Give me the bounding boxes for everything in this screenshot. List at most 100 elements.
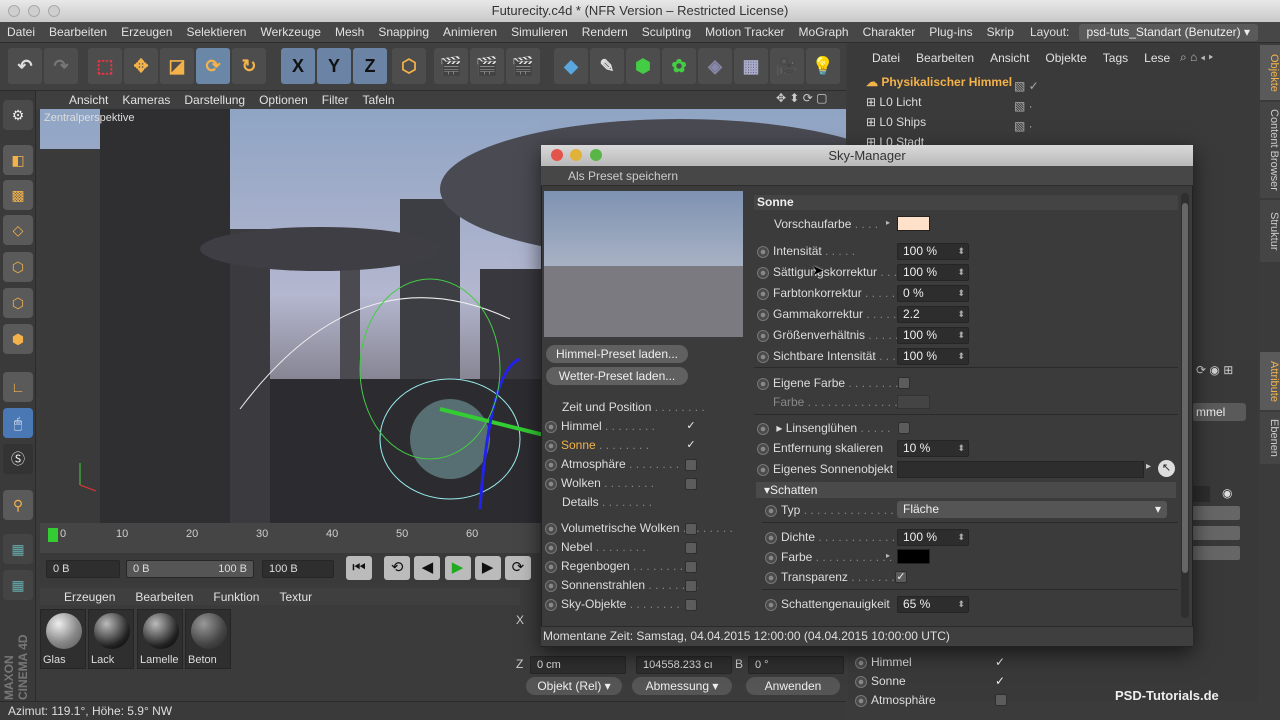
radio-icon[interactable] xyxy=(545,541,557,554)
radio-icon[interactable] xyxy=(545,477,557,490)
layout-select[interactable]: psd-tuts_Standart (Benutzer) ▾ xyxy=(1078,24,1258,41)
attr-row-himmel[interactable]: Himmel ✓ xyxy=(855,653,1005,672)
tweak-mode-icon[interactable]: 🖱 xyxy=(3,408,33,438)
points-mode-icon[interactable]: ⬡ xyxy=(3,252,33,282)
material-menu-item[interactable]: Bearbeiten xyxy=(125,590,203,604)
shadow-accuracy-row[interactable]: Schattengenauigkeit xyxy=(765,594,1185,614)
attr-tool-icons[interactable]: ⟳ ◉ ⊞ xyxy=(1196,363,1233,377)
render-settings-icon[interactable]: 🎬 xyxy=(506,48,540,84)
shadow-type-select[interactable]: Fläche ▾ xyxy=(897,501,1167,518)
radio-icon[interactable] xyxy=(757,287,769,300)
object-menu-item[interactable]: Bearbeiten xyxy=(908,51,982,65)
undo-icon[interactable]: ↶ xyxy=(8,48,42,84)
radio-icon[interactable] xyxy=(757,308,769,321)
radio-icon[interactable] xyxy=(545,458,557,471)
coord-mode-select[interactable]: Objekt (Rel) ▾ xyxy=(526,677,622,695)
radio-icon[interactable] xyxy=(545,579,557,592)
tab-struktur[interactable]: Struktur xyxy=(1260,200,1280,262)
sky-nav-checkbox[interactable] xyxy=(685,561,697,573)
current-frame-field[interactable]: 0 B xyxy=(46,560,120,578)
viewport-menu-item[interactable]: Kameras xyxy=(115,93,177,107)
make-editable-icon[interactable]: ⚙ xyxy=(3,100,33,130)
sun-param-field[interactable]: 100 % xyxy=(897,243,969,260)
attr-checkbox[interactable]: ✓ xyxy=(995,672,1005,691)
workplane-mode-icon[interactable]: ◇ xyxy=(3,215,33,245)
close-window-button[interactable] xyxy=(8,5,20,17)
lens-flare-row[interactable]: ▸ Linsenglühen . . . . . xyxy=(757,418,1177,438)
menu-0[interactable]: Datei xyxy=(0,25,42,39)
radio-icon[interactable] xyxy=(545,420,557,433)
select-tool-icon[interactable]: ⬚ xyxy=(88,48,122,84)
scale-tool-icon[interactable]: ◪ xyxy=(160,48,194,84)
render-view-icon[interactable]: 🎬 xyxy=(434,48,468,84)
object-menu-item[interactable]: Datei xyxy=(864,51,908,65)
pick-object-icon[interactable]: ↖ xyxy=(1158,460,1175,477)
material-beton[interactable]: Beton xyxy=(185,609,231,669)
workplane-icon[interactable]: ▦ xyxy=(3,534,33,564)
menu-4[interactable]: Werkzeuge xyxy=(253,25,327,39)
pick-object-icon[interactable]: ◉ xyxy=(1222,486,1232,500)
menu-8[interactable]: Simulieren xyxy=(504,25,575,39)
attr-tab-himmel[interactable]: mmel xyxy=(1192,403,1246,421)
model-mode-icon[interactable]: ◧ xyxy=(3,145,33,175)
radio-icon[interactable] xyxy=(545,598,557,611)
coordinate-system-icon[interactable]: ⬡ xyxy=(392,48,426,84)
load-sky-preset-button[interactable]: Himmel-Preset laden... xyxy=(546,345,688,363)
material-glas[interactable]: Glas xyxy=(40,609,86,669)
material-lack[interactable]: Lack xyxy=(88,609,134,669)
sun-param-field[interactable]: 100 % xyxy=(897,348,969,365)
shadow-accuracy-field[interactable]: 65 % xyxy=(897,596,969,613)
shadow-section-header[interactable]: ▾Schatten xyxy=(756,482,1176,498)
load-weather-preset-button[interactable]: Wetter-Preset laden... xyxy=(546,367,688,385)
axis-mode-icon[interactable]: ∟ xyxy=(3,372,33,402)
locking-icon[interactable]: ⚲ xyxy=(3,490,33,520)
tab-objekte[interactable]: Objekte xyxy=(1260,45,1280,100)
sky-nav-item[interactable]: Sky-Objekte . . . . . . . . xyxy=(545,595,745,614)
floor-icon[interactable]: ▦ xyxy=(734,48,768,84)
render-picture-viewer-icon[interactable]: 🎬 xyxy=(470,48,504,84)
snapping-icon[interactable]: Ⓢ xyxy=(3,444,33,474)
menu-2[interactable]: Erzeugen xyxy=(114,25,179,39)
save-preset-menu[interactable]: Als Preset speichern xyxy=(541,166,1193,186)
own-color-row[interactable]: Eigene Farbe . . . . . . . . xyxy=(757,373,1177,393)
material-lamelle[interactable]: Lamelle xyxy=(137,609,183,669)
menu-1[interactable]: Bearbeiten xyxy=(42,25,114,39)
sky-nav-item[interactable]: Wolken . . . . . . . . xyxy=(545,474,745,493)
attr-row-atmosphaere[interactable]: Atmosphäre xyxy=(855,691,1007,710)
playhead-marker[interactable] xyxy=(48,528,58,542)
previous-frame-icon[interactable]: ◀ xyxy=(414,556,441,580)
go-to-start-icon[interactable]: ⏮ xyxy=(346,556,372,580)
sky-nav-checkbox[interactable] xyxy=(685,542,697,554)
coord-z-size[interactable]: 104558.233 cı xyxy=(636,656,732,674)
radio-icon[interactable] xyxy=(545,560,557,573)
minimize-window-button[interactable] xyxy=(28,5,40,17)
dialog-minimize-button[interactable] xyxy=(570,149,582,161)
z-axis-button[interactable]: Z xyxy=(353,48,387,84)
attr-dropdown[interactable] xyxy=(1192,506,1240,520)
next-key-icon[interactable]: ⟳ xyxy=(504,556,531,580)
sky-nav-checkbox[interactable]: ✓ xyxy=(685,440,697,452)
apply-button[interactable]: Anwenden xyxy=(746,677,840,695)
sky-nav-checkbox[interactable] xyxy=(685,580,697,592)
sky-nav-item[interactable]: Nebel . . . . . . . . xyxy=(545,538,745,557)
radio-icon[interactable] xyxy=(757,329,769,342)
density-field[interactable]: 100 % xyxy=(897,529,969,546)
radio-icon[interactable] xyxy=(545,522,557,535)
attr-dropdown[interactable] xyxy=(1192,526,1240,540)
attr-link-field[interactable] xyxy=(1192,486,1210,502)
menu-7[interactable]: Animieren xyxy=(436,25,504,39)
sky-nav-item[interactable]: Volumetrische Wolken . . . . . . . . xyxy=(545,519,745,538)
tab-ebenen[interactable]: Ebenen xyxy=(1260,412,1280,464)
link-arrow-icon[interactable]: ▸ xyxy=(1146,461,1151,472)
menu-12[interactable]: MoGraph xyxy=(792,25,856,39)
viewport-menu-item[interactable]: Optionen xyxy=(252,93,315,107)
cloner-icon[interactable]: ✿ xyxy=(662,48,696,84)
edges-mode-icon[interactable]: ⬡ xyxy=(3,288,33,318)
settings-scrollbar[interactable] xyxy=(1181,193,1189,618)
sky-nav-item[interactable]: Sonnenstrahlen . . . . . . . . xyxy=(545,576,745,595)
transparency-row[interactable]: Transparenz . . . . . . . . ✓ xyxy=(765,567,1185,587)
cube-primitive-icon[interactable]: ◆ xyxy=(554,48,588,84)
sky-nav-checkbox[interactable]: ✓ xyxy=(685,421,697,433)
timeline-ruler[interactable] xyxy=(40,523,540,553)
sky-nav-checkbox[interactable] xyxy=(685,599,697,611)
